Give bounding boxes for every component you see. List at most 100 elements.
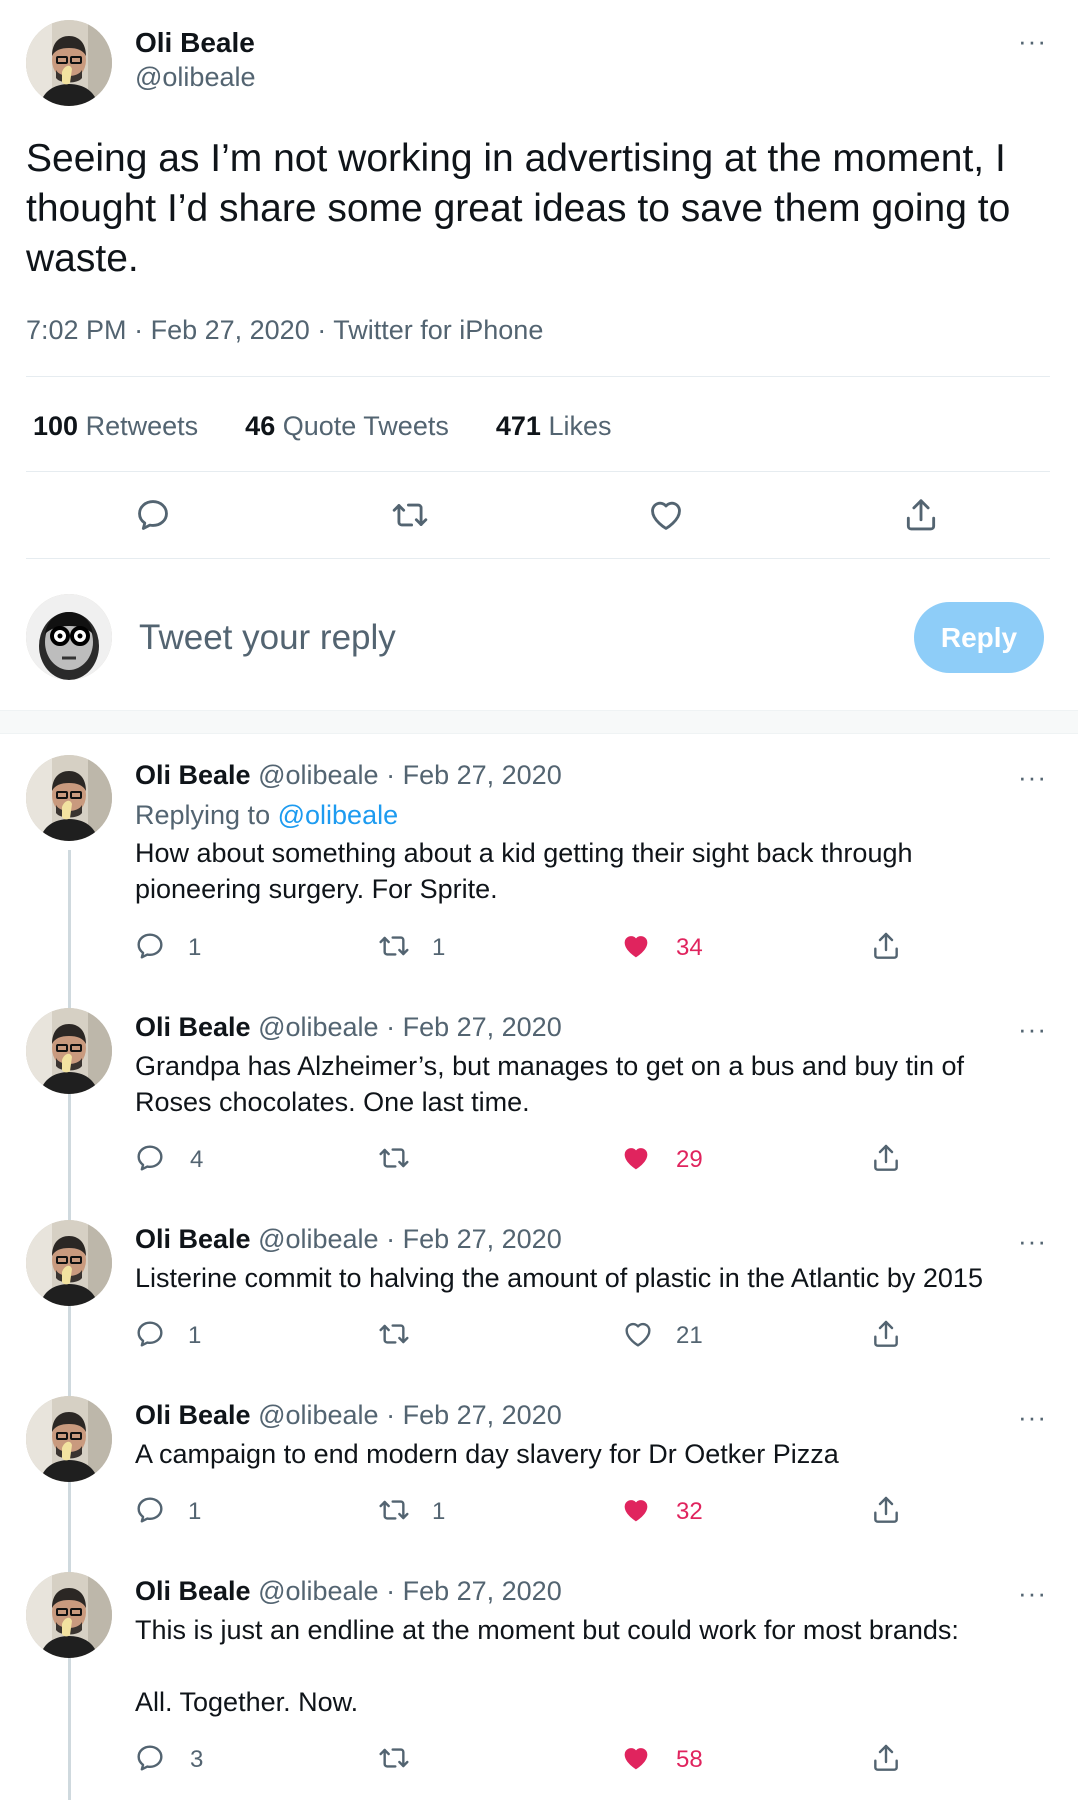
more-options-icon[interactable]: ··· bbox=[1018, 28, 1047, 54]
share-icon[interactable] bbox=[870, 1318, 902, 1355]
reply-text-line: A campaign to end modern day slavery for… bbox=[135, 1439, 839, 1469]
reply-header: Oli Beale @olibeale · Feb 27, 2020 bbox=[135, 1012, 562, 1043]
reply-text-line: Listerine commit to halving the amount o… bbox=[135, 1263, 983, 1293]
section-separator bbox=[0, 710, 1078, 734]
author-name[interactable]: Oli Beale bbox=[135, 27, 255, 59]
tweet-meta: 7:02 PM · Feb 27, 2020 · Twitter for iPh… bbox=[26, 315, 543, 346]
current-user-avatar[interactable] bbox=[26, 594, 112, 680]
tweet-source[interactable]: Twitter for iPhone bbox=[333, 315, 543, 345]
reply-input[interactable]: Tweet your reply bbox=[139, 618, 839, 658]
tweet-stats: 100 Retweets 46 Quote Tweets 471 Likes bbox=[33, 411, 611, 442]
share-icon[interactable] bbox=[870, 1142, 902, 1179]
reply-icon[interactable] bbox=[134, 930, 166, 967]
replying-to: Replying to @olibeale bbox=[135, 800, 398, 831]
quotes-label: Quote Tweets bbox=[282, 411, 449, 441]
reply-author-handle[interactable]: @olibeale bbox=[258, 760, 379, 790]
retweet-icon[interactable] bbox=[391, 496, 429, 539]
reply-date[interactable]: · Feb 27, 2020 bbox=[386, 1224, 562, 1254]
more-options-icon[interactable]: ··· bbox=[1018, 1580, 1047, 1606]
retweet-icon[interactable] bbox=[378, 1318, 410, 1355]
reply-icon[interactable] bbox=[134, 496, 172, 539]
more-options-icon[interactable]: ··· bbox=[1018, 1228, 1047, 1254]
more-options-icon[interactable]: ··· bbox=[1018, 1016, 1047, 1042]
share-icon[interactable] bbox=[870, 1742, 902, 1779]
share-icon[interactable] bbox=[902, 496, 940, 539]
author-avatar[interactable] bbox=[26, 20, 112, 106]
like-count: 58 bbox=[676, 1746, 703, 1773]
reply-avatar[interactable] bbox=[26, 1572, 112, 1658]
quotes-stat[interactable]: 46 Quote Tweets bbox=[245, 411, 449, 441]
reply-avatar[interactable] bbox=[26, 1220, 112, 1306]
reply-author-name[interactable]: Oli Beale bbox=[135, 1224, 251, 1254]
retweets-label: Retweets bbox=[85, 411, 199, 441]
replying-to-handle[interactable]: @olibeale bbox=[278, 800, 399, 830]
tweet-text: Seeing as I’m not working in advertising… bbox=[26, 137, 1011, 280]
reply-author-name[interactable]: Oli Beale bbox=[135, 1576, 251, 1606]
reply-date[interactable]: · Feb 27, 2020 bbox=[386, 760, 562, 790]
retweet-icon[interactable] bbox=[378, 930, 410, 967]
likes-stat[interactable]: 471 Likes bbox=[496, 411, 612, 441]
reply-text-line: pioneering surgery. For Sprite. bbox=[135, 874, 498, 904]
reply-header: Oli Beale @olibeale · Feb 27, 2020 bbox=[135, 760, 562, 791]
retweets-stat[interactable]: 100 Retweets bbox=[33, 411, 198, 441]
like-icon[interactable] bbox=[647, 496, 685, 539]
reply-avatar[interactable] bbox=[26, 1396, 112, 1482]
retweet-count: 1 bbox=[432, 934, 446, 961]
retweet-count: 1 bbox=[432, 1498, 446, 1525]
reply-author-name[interactable]: Oli Beale bbox=[135, 1400, 251, 1430]
reply-count: 1 bbox=[188, 1322, 202, 1349]
reply-text-line: All. Together. Now. bbox=[135, 1687, 359, 1717]
more-options-icon[interactable]: ··· bbox=[1018, 1404, 1047, 1430]
reply-date[interactable]: · Feb 27, 2020 bbox=[386, 1400, 562, 1430]
meta-separator: · bbox=[134, 315, 151, 345]
reply-count: 1 bbox=[188, 934, 202, 961]
reply-avatar[interactable] bbox=[26, 1008, 112, 1094]
reply-text-line: This is just an endline at the moment bu… bbox=[135, 1615, 959, 1645]
reply-author-handle[interactable]: @olibeale bbox=[258, 1400, 379, 1430]
reply-author-handle[interactable]: @olibeale bbox=[258, 1224, 379, 1254]
reply-icon[interactable] bbox=[134, 1742, 166, 1779]
like-icon-filled[interactable] bbox=[620, 1142, 652, 1179]
replying-to-label: Replying to bbox=[135, 800, 271, 830]
like-count: 29 bbox=[676, 1146, 703, 1173]
reply-icon[interactable] bbox=[134, 1318, 166, 1355]
tweet-time[interactable]: 7:02 PM bbox=[26, 315, 127, 345]
reply-author-handle[interactable]: @olibeale bbox=[258, 1012, 379, 1042]
reply-author-name[interactable]: Oli Beale bbox=[135, 1012, 251, 1042]
reply-avatar[interactable] bbox=[26, 755, 112, 841]
reply-header: Oli Beale @olibeale · Feb 27, 2020 bbox=[135, 1576, 562, 1607]
reply-author-handle[interactable]: @olibeale bbox=[258, 1576, 379, 1606]
like-icon-filled[interactable] bbox=[620, 1494, 652, 1531]
reply-count: 4 bbox=[190, 1146, 204, 1173]
reply-icon[interactable] bbox=[134, 1142, 166, 1179]
like-count: 32 bbox=[676, 1498, 703, 1525]
reply-count: 3 bbox=[190, 1746, 204, 1773]
author-handle[interactable]: @olibeale bbox=[135, 62, 256, 93]
reply-date[interactable]: · Feb 27, 2020 bbox=[386, 1012, 562, 1042]
retweet-icon[interactable] bbox=[378, 1142, 410, 1179]
retweet-icon[interactable] bbox=[378, 1494, 410, 1531]
like-icon[interactable] bbox=[622, 1318, 654, 1355]
quotes-count: 46 bbox=[245, 411, 276, 441]
reply-text-line: How about something about a kid getting … bbox=[135, 838, 913, 868]
divider bbox=[26, 471, 1050, 472]
reply-date[interactable]: · Feb 27, 2020 bbox=[386, 1576, 562, 1606]
share-icon[interactable] bbox=[870, 1494, 902, 1531]
retweet-icon[interactable] bbox=[378, 1742, 410, 1779]
more-options-icon[interactable]: ··· bbox=[1018, 764, 1047, 790]
tweet-date[interactable]: Feb 27, 2020 bbox=[151, 315, 310, 345]
likes-count: 471 bbox=[495, 411, 541, 441]
like-icon-filled[interactable] bbox=[620, 930, 652, 967]
reply-author-name[interactable]: Oli Beale bbox=[135, 760, 251, 790]
like-icon-filled[interactable] bbox=[620, 1742, 652, 1779]
share-icon[interactable] bbox=[870, 930, 902, 967]
reply-text-line: Grandpa has Alzheimer’s, but manages to … bbox=[135, 1051, 965, 1081]
reply-text-line: Roses chocolates. One last time. bbox=[135, 1087, 530, 1117]
reply-button[interactable]: Reply bbox=[914, 602, 1044, 673]
retweets-count: 100 bbox=[33, 411, 79, 441]
like-count: 34 bbox=[676, 934, 703, 961]
reply-header: Oli Beale @olibeale · Feb 27, 2020 bbox=[135, 1400, 562, 1431]
reply-icon[interactable] bbox=[134, 1494, 166, 1531]
divider bbox=[26, 376, 1050, 377]
like-count: 21 bbox=[676, 1322, 703, 1349]
